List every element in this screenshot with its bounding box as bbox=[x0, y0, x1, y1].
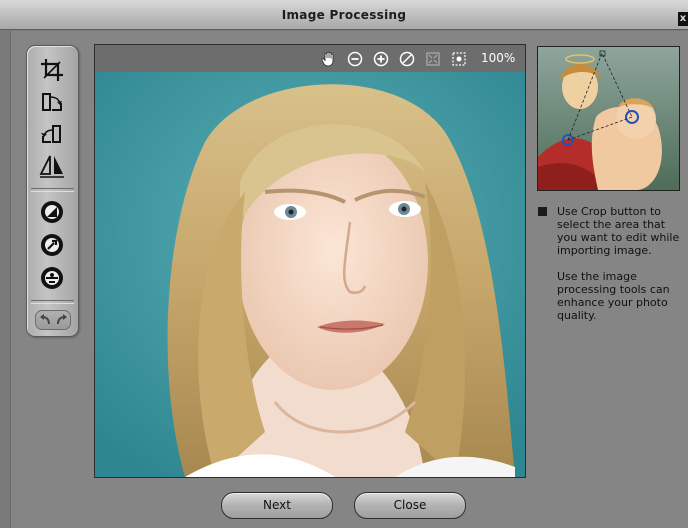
photo-canvas[interactable] bbox=[95, 72, 525, 477]
reference-thumbnail bbox=[537, 46, 680, 191]
contrast-icon[interactable] bbox=[34, 196, 70, 228]
help-text-crop: Use Crop button to select the area that … bbox=[557, 205, 680, 257]
hand-icon[interactable] bbox=[321, 50, 338, 67]
close-window-icon[interactable]: x bbox=[678, 12, 688, 26]
toolbar-divider bbox=[31, 300, 74, 304]
rotate-left-icon[interactable] bbox=[34, 118, 70, 150]
actual-size-icon[interactable] bbox=[450, 50, 467, 67]
zoom-out-icon[interactable] bbox=[346, 50, 363, 67]
window-title: Image Processing bbox=[281, 8, 407, 22]
rotate-right-icon[interactable] bbox=[34, 86, 70, 118]
viewer-toolbar: 100% bbox=[95, 45, 525, 72]
close-button[interactable]: Close bbox=[354, 492, 466, 519]
redo-icon[interactable] bbox=[53, 311, 70, 329]
zoom-in-icon[interactable] bbox=[372, 50, 389, 67]
color-balance-icon[interactable] bbox=[34, 262, 70, 294]
undo-redo-control bbox=[35, 310, 71, 330]
reset-icon[interactable] bbox=[398, 50, 415, 67]
help-text-tools: Use the image processing tools can enhan… bbox=[557, 270, 670, 322]
toolbar-divider bbox=[31, 188, 74, 192]
sharpen-icon[interactable] bbox=[34, 229, 70, 261]
image-viewer: 100% bbox=[94, 44, 526, 478]
title-bar: Image Processing x bbox=[0, 0, 688, 30]
crop-icon[interactable] bbox=[34, 54, 70, 86]
bullet-icon bbox=[538, 207, 547, 216]
next-button[interactable]: Next bbox=[221, 492, 333, 519]
help-panel: Use Crop button to select the area that … bbox=[538, 205, 686, 335]
flip-icon[interactable] bbox=[34, 150, 70, 182]
thumbnail-painting bbox=[538, 47, 679, 190]
undo-icon[interactable] bbox=[36, 311, 53, 329]
portrait-photo bbox=[95, 72, 525, 477]
fit-icon[interactable] bbox=[424, 50, 441, 67]
zoom-level: 100% bbox=[481, 51, 516, 65]
edit-toolbar bbox=[26, 45, 79, 337]
